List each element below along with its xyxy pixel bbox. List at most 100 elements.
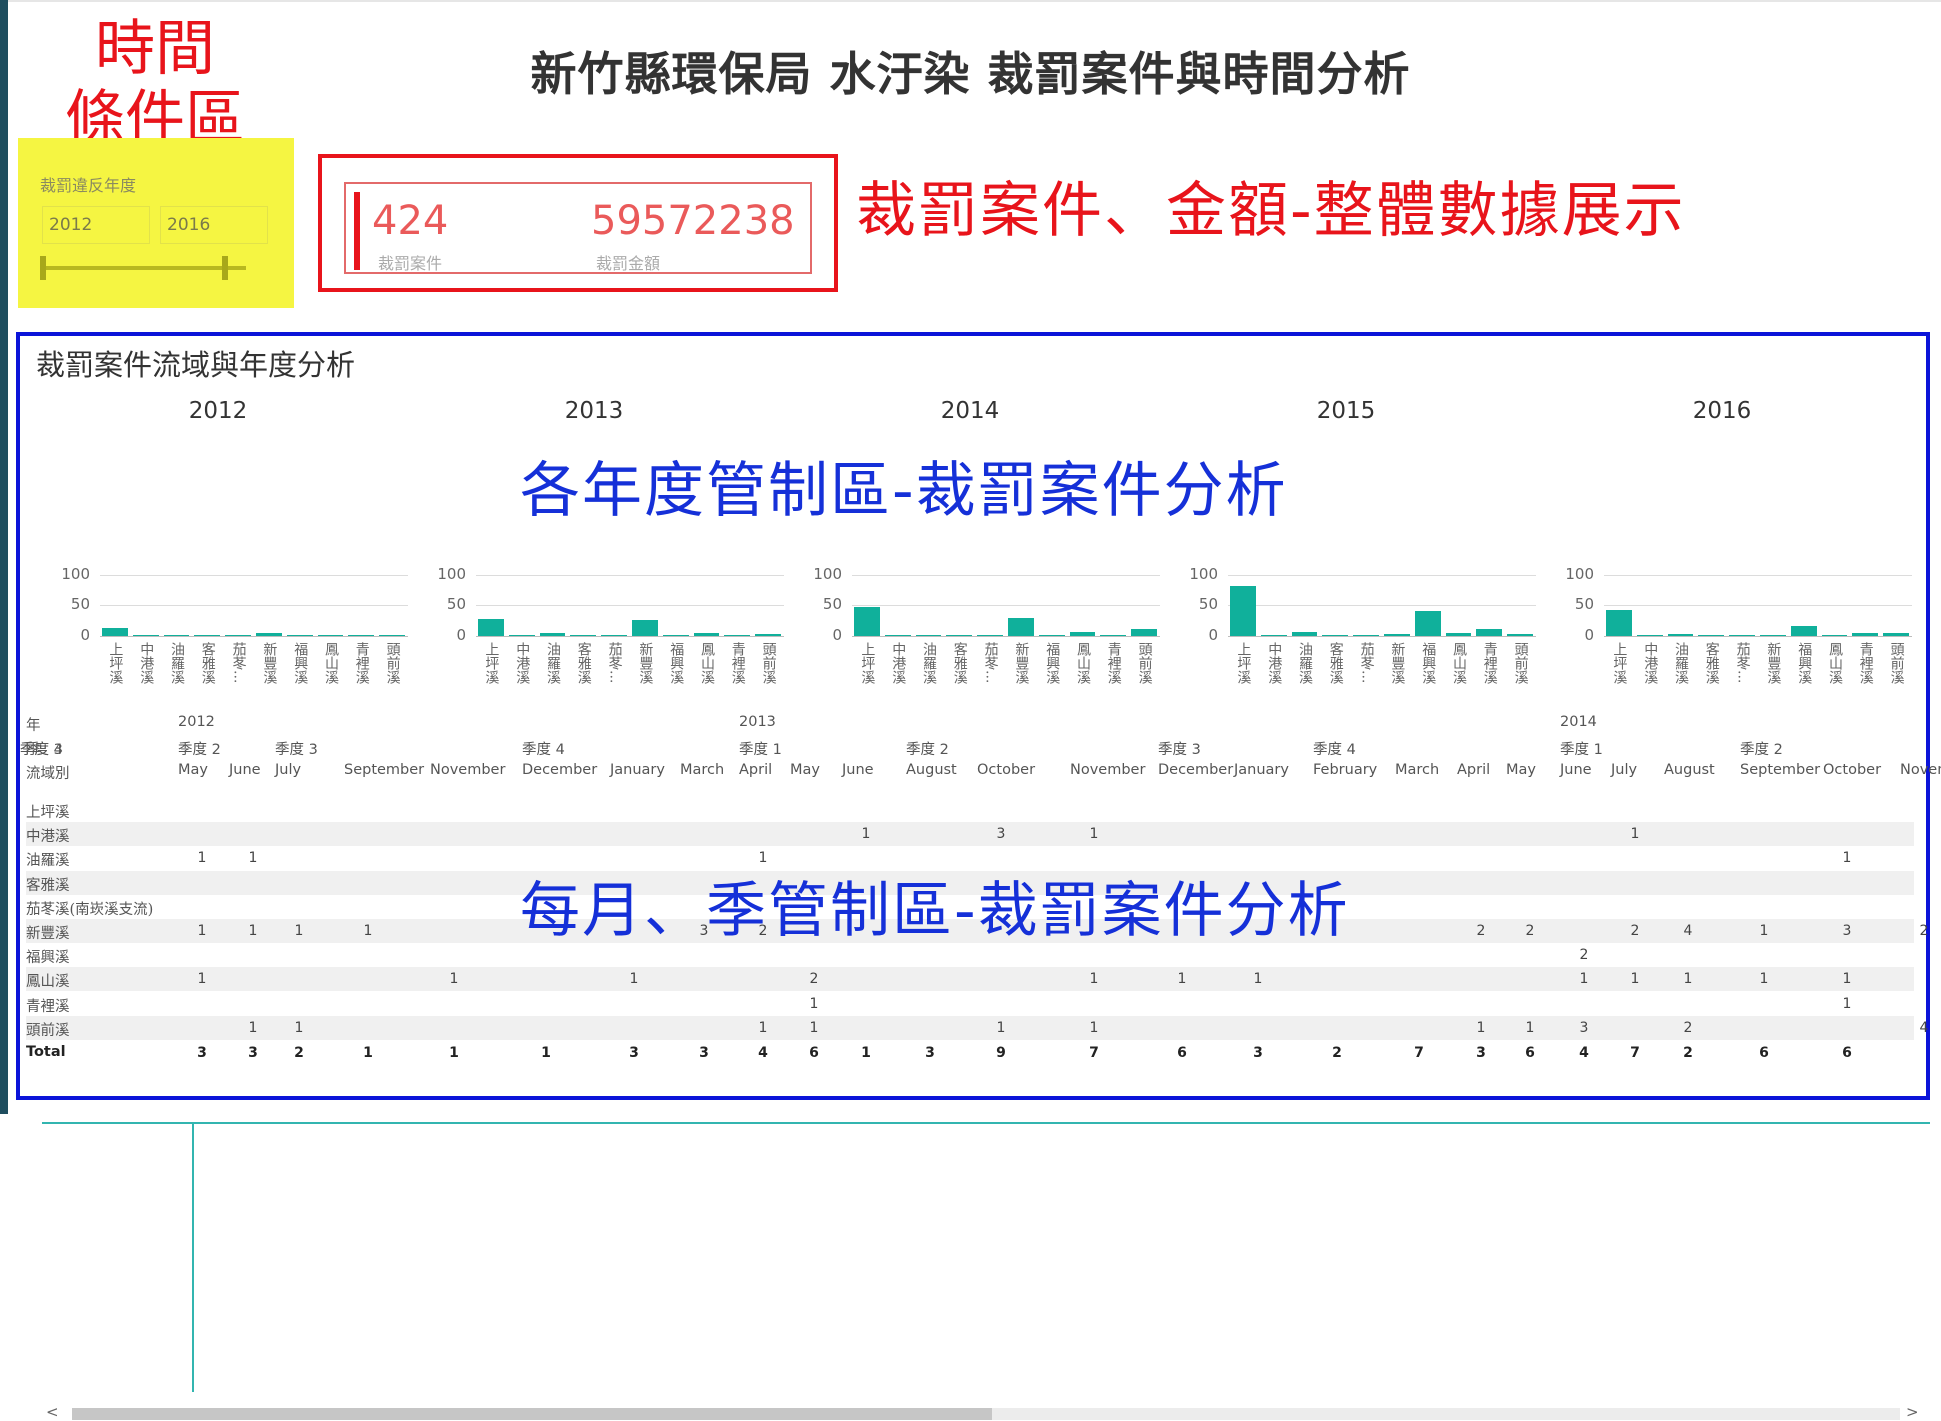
bar-2014-6[interactable] [1038,635,1065,636]
column-year-header[interactable]: 2013 [739,714,776,730]
bar-2012-2[interactable] [163,634,190,636]
bar-2016-9[interactable] [1883,632,1909,636]
bar-2013-2[interactable] [539,632,566,636]
bar-2012-5[interactable] [256,632,282,636]
bar-2013-6[interactable] [662,635,689,636]
column-month-header[interactable]: October [1823,762,1881,778]
slicer-track[interactable] [40,266,246,270]
bar-2015-3[interactable] [1322,634,1349,636]
bar-2016-2[interactable] [1667,634,1694,636]
column-quarter-header[interactable]: 季度 2 [178,738,221,759]
slicer-start-handle[interactable] [40,256,46,280]
bar-2012-9[interactable] [379,634,405,636]
column-quarter-header[interactable]: 季度 3 [275,738,318,759]
column-month-header[interactable]: July [275,762,301,778]
column-quarter-header[interactable]: 季度 1 [739,738,782,759]
bar-2012-8[interactable] [348,635,375,636]
bar-2012-7[interactable] [317,634,344,636]
bar-2015-1[interactable] [1260,635,1287,636]
bar-2013-9[interactable] [755,633,781,636]
column-month-header[interactable]: February [1313,762,1377,778]
bar-2015-2[interactable] [1291,631,1318,636]
bar-2016-4[interactable] [1729,635,1755,636]
column-month-header[interactable]: May [1506,762,1536,778]
column-month-header[interactable]: April [739,762,772,778]
slicer-end-input[interactable]: 2016 [160,206,268,244]
column-month-header[interactable]: August [906,762,957,778]
column-month-header[interactable]: September [1740,762,1820,778]
column-month-header[interactable]: November [1070,762,1145,778]
column-month-header[interactable]: November [430,762,505,778]
column-quarter-header[interactable]: 季度 2 [906,738,949,759]
bar-2014-7[interactable] [1069,631,1096,636]
column-month-header[interactable]: March [680,762,724,778]
slicer-start-input[interactable]: 2012 [42,206,150,244]
column-year-header[interactable]: 2012 [178,714,215,730]
column-month-header[interactable]: May [790,762,820,778]
bar-2016-8[interactable] [1852,632,1879,636]
bar-2014-5[interactable] [1008,618,1034,636]
column-month-header[interactable]: August [1664,762,1715,778]
bar-2013-1[interactable] [508,635,535,636]
year-range-slicer[interactable]: 裁罰違反年度 2012 2016 [18,138,294,308]
bar-2015-4[interactable] [1353,635,1379,636]
bar-2016-1[interactable] [1636,635,1663,636]
bar-2013-5[interactable] [632,620,658,636]
scroll-right-icon[interactable]: > [1906,1403,1919,1421]
bar-2016-3[interactable] [1698,635,1725,636]
column-month-header[interactable]: June [1560,762,1592,778]
column-month-header[interactable]: January [1234,762,1289,778]
bar-2016-5[interactable] [1760,635,1786,636]
bar-2013-3[interactable] [570,635,597,636]
bar-2014-4[interactable] [977,635,1003,636]
kpi-card[interactable]: 424 裁罰案件 59572238 裁罰金額 [344,182,812,274]
bar-2016-7[interactable] [1821,635,1848,636]
column-quarter-header[interactable]: 季度 4 [1313,738,1356,759]
column-month-header[interactable]: April [1457,762,1490,778]
column-quarter-header[interactable]: 季度 3 [1158,738,1201,759]
column-month-header[interactable]: December [522,762,597,778]
bar-2014-1[interactable] [884,635,911,636]
bar-2012-0[interactable] [102,628,128,636]
bar-2015-6[interactable] [1414,611,1441,636]
bar-2014-2[interactable] [915,635,942,636]
column-month-header[interactable]: May [178,762,208,778]
column-year-header[interactable]: 2014 [1560,714,1597,730]
bar-2014-3[interactable] [946,635,973,636]
bar-2015-7[interactable] [1445,632,1472,636]
column-month-header[interactable]: March [1395,762,1439,778]
bar-2013-0[interactable] [478,618,504,636]
bar-2012-6[interactable] [286,635,313,636]
column-quarter-header[interactable]: 季度 2 [1740,738,1783,759]
horizontal-scroll-thumb[interactable] [72,1408,992,1420]
column-quarter-header[interactable]: 季度 4 [522,738,565,759]
bar-2013-7[interactable] [693,632,720,636]
scroll-left-icon[interactable]: < [46,1403,59,1421]
bar-2015-0[interactable] [1230,585,1256,636]
bar-2015-5[interactable] [1384,634,1410,636]
column-quarter-header[interactable]: 季度 4 [20,738,63,759]
bar-2014-9[interactable] [1131,629,1157,636]
year-chart-2016[interactable]: 2016 0 50 100 上坪溪 中港溪 油羅溪 客雅溪 茄苳... 新豐溪 福興溪 鳳山溪 青裡溪頭… [1544,336,1920,684]
bar-2014-0[interactable] [854,607,880,636]
column-month-header[interactable]: October [977,762,1035,778]
bar-2013-8[interactable] [724,634,751,636]
column-month-header[interactable]: June [842,762,874,778]
bar-2012-4[interactable] [225,635,251,636]
column-month-header[interactable]: June [229,762,261,778]
bar-2012-1[interactable] [132,635,159,636]
column-quarter-header[interactable]: 季度 1 [1560,738,1603,759]
slicer-end-handle[interactable] [222,256,228,280]
bar-2015-9[interactable] [1507,633,1533,636]
bar-2013-4[interactable] [601,635,627,636]
year-chart-2012[interactable]: 2012 0 50 100 上坪溪 中港溪 油羅溪 客雅溪 茄苳... 新豐溪 福興溪 鳳山溪 青裡溪頭… [40,336,416,684]
column-month-header[interactable]: July [1611,762,1637,778]
bar-2015-8[interactable] [1476,629,1503,636]
column-month-header[interactable]: December [1158,762,1233,778]
bar-2016-0[interactable] [1606,610,1632,636]
bar-2016-6[interactable] [1790,626,1817,636]
column-month-header[interactable]: Novemb [1900,762,1941,778]
bar-2012-3[interactable] [194,635,221,636]
bar-2014-8[interactable] [1100,634,1127,636]
column-month-header[interactable]: September [344,762,424,778]
